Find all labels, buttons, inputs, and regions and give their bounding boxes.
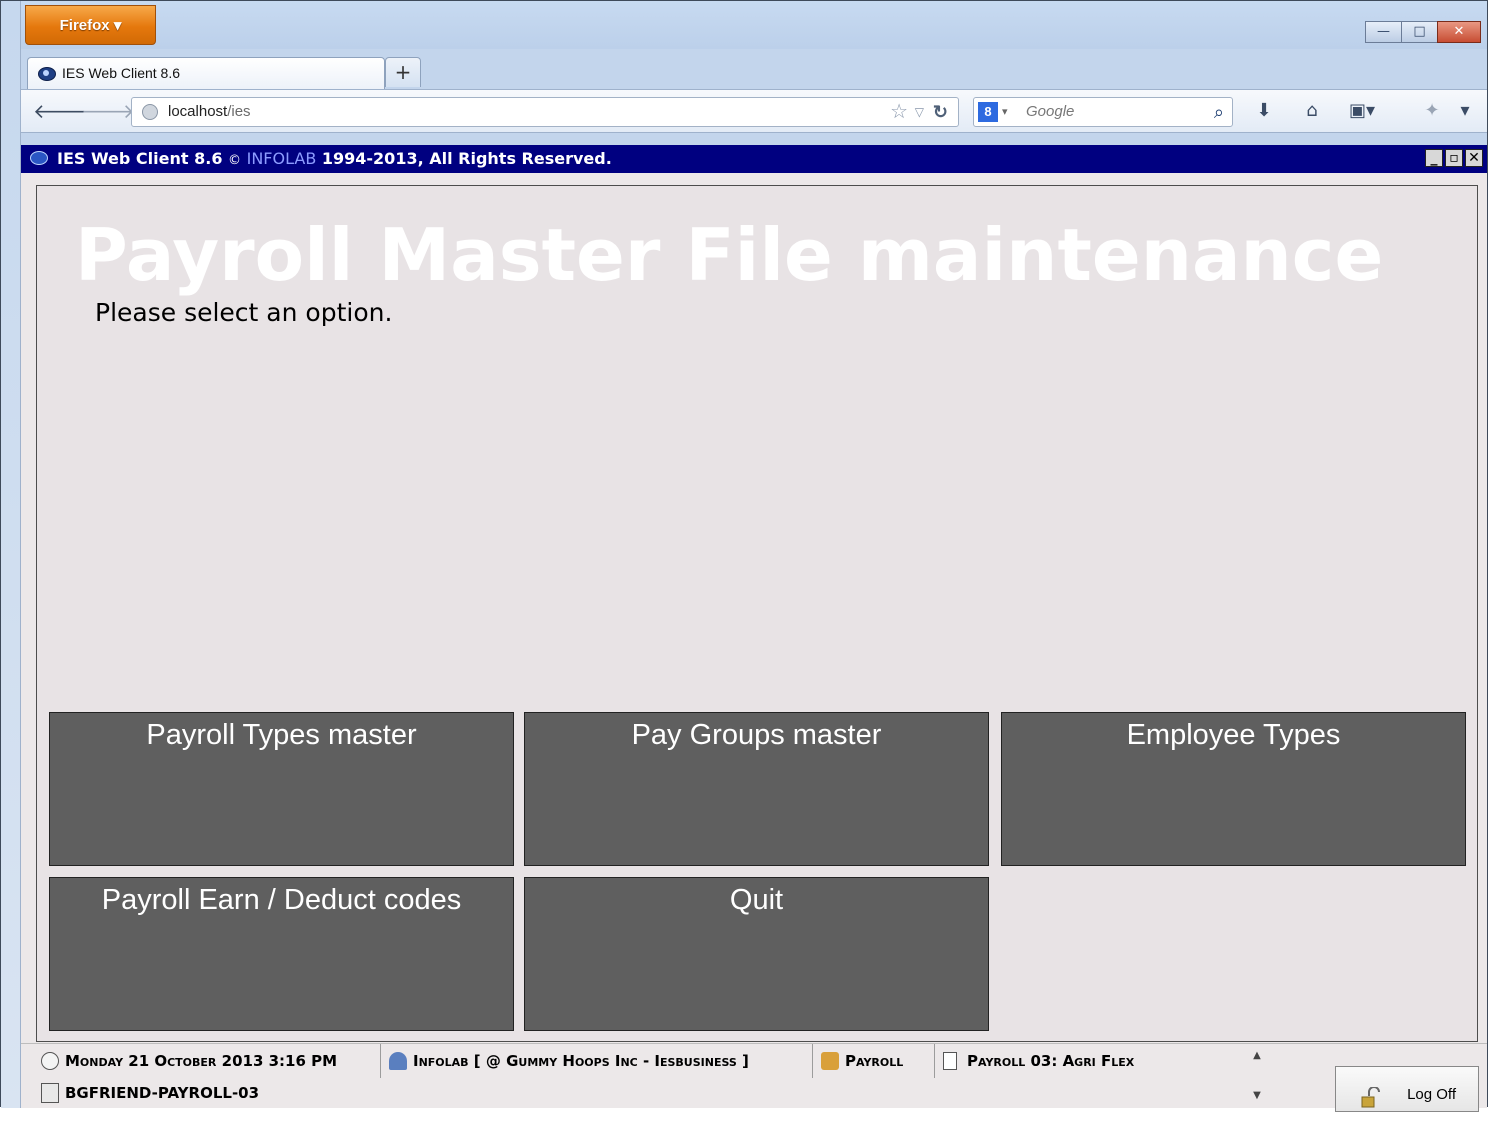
employee-types-button[interactable]: Employee Types (1001, 712, 1466, 866)
ies-eye-icon (38, 67, 56, 81)
status-scrollbar[interactable]: ▲ ▼ (1247, 1044, 1267, 1108)
tab-strip: IES Web Client 8.6 + (21, 53, 1487, 89)
payroll-module-icon (821, 1052, 839, 1070)
globe-icon (142, 104, 158, 120)
url-path: /ies (227, 103, 251, 120)
search-engine-dropdown-icon[interactable]: ▾ (1002, 98, 1008, 126)
url-host: localhost (168, 103, 228, 120)
minimize-button[interactable]: — (1365, 21, 1402, 43)
payroll-earn-deduct-codes-button[interactable]: Payroll Earn / Deduct codes (49, 877, 514, 1031)
window-controls: — □ ✕ (1365, 21, 1481, 45)
bookmark-star-icon[interactable]: ☆ (890, 98, 908, 126)
url-text: localhost/ies (168, 98, 251, 126)
browser-window: Firefox ▾ — □ ✕ IES Web Client 8.6 + 🡐 🡒… (0, 0, 1488, 1112)
document-text: Payroll 03: Agri Flex (967, 1052, 1135, 1070)
firefox-menu-button[interactable]: Firefox ▾ (25, 5, 156, 45)
bookmarks-menu-icon[interactable]: ▣▾ (1347, 96, 1377, 126)
status-document: Payroll 03: Agri Flex (935, 1044, 1175, 1078)
window-left-edge (1, 1, 21, 1108)
maximize-button[interactable]: □ (1401, 21, 1438, 43)
page-title: Payroll Master File maintenance (75, 213, 1384, 297)
payroll-types-master-button[interactable]: Payroll Types master (49, 712, 514, 866)
app-minimize-button[interactable]: _ (1425, 149, 1443, 167)
search-placeholder: Google (1026, 103, 1075, 120)
app-window-controls: _ ▫ ✕ (1423, 149, 1483, 167)
pay-groups-master-button[interactable]: Pay Groups master (524, 712, 989, 866)
user-text: Infolab [ @ Gummy Hoops Inc - Iesbusines… (413, 1052, 749, 1070)
status-bar: Monday 21 October 2013 3:16 PM Infolab [… (21, 1043, 1487, 1112)
session-text: BGFRIEND-PAYROLL-03 (65, 1084, 260, 1102)
copyright-symbol: © (228, 153, 242, 168)
module-text: Payroll (845, 1052, 904, 1070)
status-user: Infolab [ @ Gummy Hoops Inc - Iesbusines… (381, 1044, 813, 1078)
tab-title: IES Web Client 8.6 (62, 65, 181, 81)
log-off-label: Log Off (1407, 1086, 1456, 1103)
home-icon[interactable]: ⌂ (1297, 96, 1327, 126)
navigation-toolbar: 🡐 🡒 localhost/ies ☆ ▽ ↻ 8 ▾ Google ⌕ ⬇ ⌂… (21, 89, 1487, 133)
app-close-button[interactable]: ✕ (1465, 149, 1483, 167)
list-icon (41, 1083, 59, 1103)
document-icon (943, 1052, 957, 1070)
page-prompt: Please select an option. (95, 298, 393, 327)
downloads-icon[interactable]: ⬇ (1249, 96, 1279, 126)
app-title: IES Web Client 8.6 © INFOLAB 1994-2013, … (57, 145, 612, 175)
quit-button[interactable]: Quit (524, 877, 989, 1031)
brand-name: INFOLAB (246, 149, 317, 168)
menu-panel: Payroll Master File maintenance Please s… (36, 185, 1478, 1042)
reload-icon[interactable]: ↻ (933, 98, 948, 126)
ies-eye-icon (30, 151, 48, 165)
browser-titlebar: Firefox ▾ — □ ✕ (21, 1, 1487, 49)
user-icon (389, 1052, 407, 1070)
back-arrow-icon[interactable]: 🡐 (33, 96, 87, 126)
app-restore-button[interactable]: ▫ (1445, 149, 1463, 167)
overflow-menu-icon[interactable]: ▾ (1455, 96, 1475, 126)
forward-arrow-icon[interactable]: 🡒 (81, 96, 135, 126)
app-title-text: IES Web Client 8.6 (57, 149, 223, 168)
search-engine-icon[interactable]: 8 (978, 102, 998, 122)
history-dropdown-icon[interactable]: ▽ (915, 98, 924, 126)
status-session: BGFRIEND-PAYROLL-03 (33, 1078, 259, 1108)
search-bar[interactable]: 8 ▾ Google ⌕ (973, 97, 1233, 127)
new-tab-button[interactable]: + (385, 57, 421, 87)
addon-icon[interactable]: ✦ (1417, 96, 1447, 126)
tab-ies-web-client[interactable]: IES Web Client 8.6 (27, 57, 385, 89)
status-datetime: Monday 21 October 2013 3:16 PM (33, 1044, 381, 1078)
clock-icon (41, 1052, 59, 1070)
padlock-icon (1360, 1077, 1382, 1108)
rights-text: 1994-2013, All Rights Reserved. (321, 149, 612, 168)
log-off-button[interactable]: Log Off (1335, 1066, 1479, 1112)
scroll-up-icon[interactable]: ▲ (1247, 1050, 1267, 1061)
address-bar[interactable]: localhost/ies ☆ ▽ ↻ (131, 97, 959, 127)
close-button[interactable]: ✕ (1437, 21, 1481, 43)
status-module: Payroll (813, 1044, 935, 1078)
app-content: Payroll Master File maintenance Please s… (21, 173, 1487, 1108)
app-titlebar: IES Web Client 8.6 © INFOLAB 1994-2013, … (21, 145, 1487, 173)
search-magnifier-icon[interactable]: ⌕ (1214, 98, 1224, 126)
scroll-down-icon[interactable]: ▼ (1247, 1090, 1267, 1101)
datetime-text: Monday 21 October 2013 3:16 PM (65, 1052, 338, 1070)
